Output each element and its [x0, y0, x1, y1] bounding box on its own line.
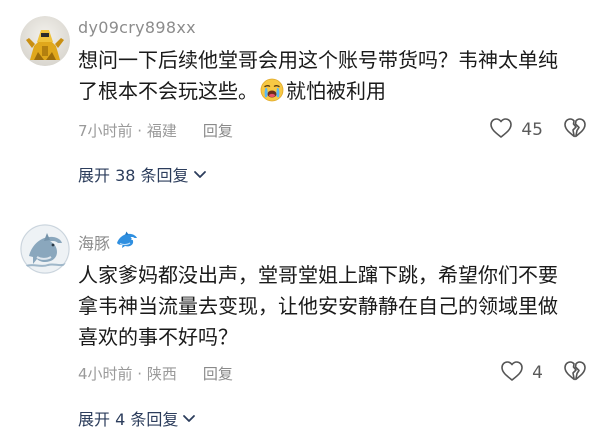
like-button[interactable]: 45	[489, 117, 543, 143]
comment-item: dy09cry898xx 想问一下后续他堂哥会用这个账号带货吗？韦神太单纯 了根…	[0, 0, 607, 210]
comment-text-segment: 了根本不会玩这些。	[78, 79, 258, 103]
timestamp-location: 4小时前 · 陕西	[78, 364, 177, 383]
like-count: 45	[521, 120, 543, 140]
like-button[interactable]: 4	[500, 360, 543, 386]
username-text[interactable]: dy09cry898xx	[78, 18, 196, 37]
reply-button[interactable]: 回复	[203, 363, 233, 384]
heart-outline-icon[interactable]	[489, 117, 513, 143]
like-count: 4	[532, 363, 543, 383]
expand-replies-button[interactable]: 展开 4 条回复	[78, 406, 196, 430]
comment-text-line: 想问一下后续他堂哥会用这个账号带货吗？韦神太单纯	[78, 48, 558, 72]
chevron-down-icon[interactable]	[193, 165, 207, 184]
reply-button[interactable]: 回复	[203, 120, 233, 141]
broken-heart-outline-icon[interactable]	[563, 361, 587, 386]
username[interactable]: 海豚	[78, 230, 138, 254]
dolphin-icon	[116, 231, 138, 253]
crying-face-emoji-icon	[260, 78, 284, 102]
dislike-button[interactable]	[563, 117, 587, 143]
comment-content: 人家爹妈都没出声，堂哥堂姐上蹿下跳，希望你们不要 拿韦神当流量去变现，让他安安静…	[78, 260, 593, 353]
expand-replies-label[interactable]: 展开 38 条回复	[78, 162, 189, 186]
comment-text-segment: 就怕被利用	[286, 79, 386, 103]
comment-text-line: 人家爹妈都没出声，堂哥堂姐上蹿下跳，希望你们不要	[78, 263, 558, 287]
avatar[interactable]	[20, 224, 70, 274]
comment-meta: 7小时前 · 福建 回复 45	[78, 117, 587, 143]
timestamp-location: 7小时前 · 福建	[78, 121, 177, 140]
avatar[interactable]	[20, 16, 70, 66]
comment-text-line: 喜欢的事不好吗？	[78, 325, 238, 349]
heart-outline-icon[interactable]	[500, 360, 524, 386]
expand-replies-label[interactable]: 展开 4 条回复	[78, 406, 178, 430]
broken-heart-outline-icon[interactable]	[563, 118, 587, 143]
chevron-down-icon[interactable]	[182, 409, 196, 428]
comment-content: 想问一下后续他堂哥会用这个账号带货吗？韦神太单纯 了根本不会玩这些。 就怕被利用	[78, 45, 593, 107]
username-text[interactable]: 海豚	[78, 230, 110, 254]
comment-text-line-2: 了根本不会玩这些。 就怕被利用	[78, 76, 593, 107]
dislike-button[interactable]	[563, 360, 587, 386]
username[interactable]: dy09cry898xx	[78, 18, 196, 37]
expand-replies-button[interactable]: 展开 38 条回复	[78, 162, 207, 186]
comment-text-line: 拿韦神当流量去变现，让他安安静静在自己的领域里做	[78, 294, 558, 318]
comment-meta: 4小时前 · 陕西 回复 4	[78, 360, 587, 386]
comment-item: 海豚 人家爹妈都没出声，堂哥堂姐上蹿下跳，希望你们不要 拿韦神当流量去变现，让他…	[0, 210, 607, 429]
